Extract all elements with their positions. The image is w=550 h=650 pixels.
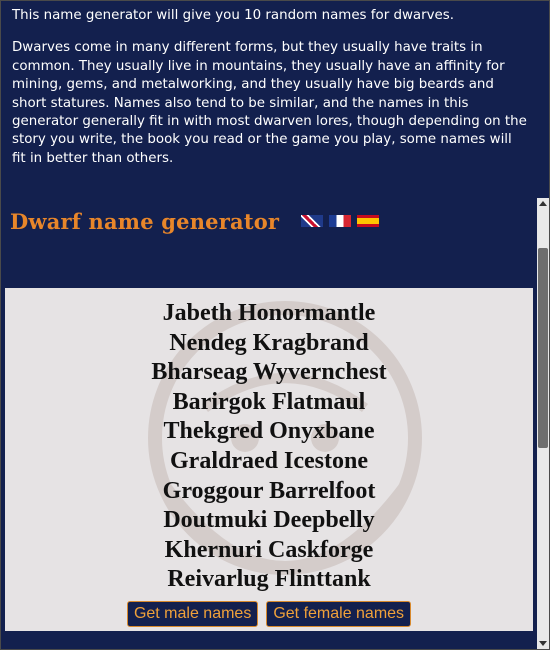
- generator-panel: Jabeth Honormantle Nendeg Kragbrand Bhar…: [5, 288, 533, 631]
- vertical-scrollbar[interactable]: [537, 198, 549, 649]
- intro-text: This name generator will give you 10 ran…: [12, 1, 527, 182]
- scrollbar-thumb[interactable]: [538, 248, 548, 448]
- generator-title: Dwarf name generator: [10, 208, 280, 234]
- get-male-names-button[interactable]: Get male names: [126, 600, 259, 627]
- list-item: Graldraed Icestone: [170, 447, 368, 474]
- list-item: Jabeth Honormantle: [162, 300, 376, 326]
- intro-line: This name generator will give you 10 ran…: [12, 8, 455, 23]
- get-female-names-button[interactable]: Get female names: [266, 600, 412, 627]
- list-item: Barirgok Flatmaul: [172, 388, 366, 415]
- generated-names-list: Jabeth Honormantle Nendeg Kragbrand Bhar…: [5, 288, 533, 595]
- list-item: Groggour Barrelfoot: [162, 477, 376, 504]
- browser-frame: This name generator will give you 10 ran…: [0, 0, 550, 650]
- language-flags: [301, 215, 380, 227]
- generator-buttons: Get male names Get female names: [5, 600, 533, 627]
- scroll-up-icon[interactable]: [539, 201, 547, 206]
- gb-flag-icon[interactable]: [301, 215, 324, 227]
- es-flag-icon[interactable]: [357, 215, 380, 227]
- intro-paragraph: Dwarves come in many different forms, bu…: [12, 40, 527, 166]
- list-item: Thekgred Onyxbane: [163, 418, 375, 445]
- list-item: Khernuri Caskforge: [164, 536, 374, 563]
- scroll-down-icon[interactable]: [539, 641, 547, 646]
- list-item: Reivarlug Flinttank: [167, 566, 371, 593]
- list-item: Nendeg Kragbrand: [169, 329, 369, 356]
- list-item: Doutmuki Deepbelly: [163, 507, 375, 534]
- fr-flag-icon[interactable]: [329, 215, 352, 227]
- footer-band: [1, 631, 549, 649]
- generator-heading-row: Dwarf name generator: [10, 206, 380, 236]
- list-item: Bharseag Wyvernchest: [151, 359, 387, 386]
